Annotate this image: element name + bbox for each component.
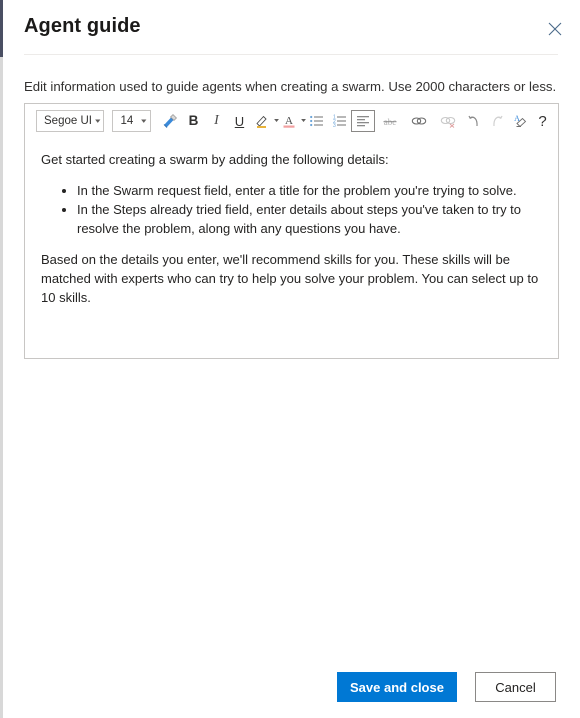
- font-color-icon[interactable]: A: [278, 109, 301, 133]
- help-icon[interactable]: ?: [531, 109, 554, 133]
- bold-icon[interactable]: B: [182, 109, 205, 133]
- font-color-group[interactable]: A ▾: [278, 109, 306, 133]
- highlight-color-icon[interactable]: [251, 109, 274, 133]
- italic-icon[interactable]: I: [205, 109, 228, 133]
- svg-text:A: A: [286, 115, 294, 127]
- editor-toolbar: Segoe UI ▾ 14 ▾ B I U ▾ A ▾ 1 2 3 abc A …: [25, 104, 558, 138]
- panel-footer: Save and close Cancel: [3, 658, 580, 718]
- chevron-down-icon: ▾: [95, 117, 101, 125]
- redo-icon[interactable]: [485, 109, 508, 133]
- editor-bullet-list: In the Swarm request field, enter a titl…: [41, 181, 542, 238]
- list-item: In the Steps already tried field, enter …: [77, 200, 542, 238]
- underline-icon[interactable]: U: [228, 109, 251, 133]
- rich-text-editor: Segoe UI ▾ 14 ▾ B I U ▾ A ▾ 1 2 3 abc A …: [24, 103, 559, 359]
- strikethrough-icon[interactable]: abc: [375, 109, 404, 133]
- panel-header: Agent guide: [3, 0, 580, 54]
- bulleted-list-icon[interactable]: [305, 109, 328, 133]
- header-divider: [24, 54, 558, 55]
- align-left-icon[interactable]: [351, 110, 375, 132]
- agent-guide-panel: Agent guide Edit information used to gui…: [3, 0, 580, 718]
- underline-glyph: U: [234, 113, 245, 129]
- chevron-down-icon: ▾: [141, 117, 147, 125]
- page-title: Agent guide: [24, 15, 141, 37]
- cancel-button[interactable]: Cancel: [475, 672, 556, 702]
- italic-glyph: I: [214, 113, 219, 128]
- editor-content-area[interactable]: Get started creating a swarm by adding t…: [25, 138, 558, 357]
- font-family-value: Segoe UI: [44, 115, 92, 127]
- bold-glyph: B: [188, 113, 199, 129]
- editor-outro-paragraph: Based on the details you enter, we'll re…: [41, 252, 539, 305]
- close-icon[interactable]: [539, 13, 571, 45]
- clear-formatting-icon[interactable]: A: [508, 109, 531, 133]
- format-painter-icon[interactable]: [159, 109, 182, 133]
- font-size-value: 14: [120, 115, 134, 127]
- editor-intro-paragraph: Get started creating a swarm by adding t…: [41, 152, 389, 167]
- font-family-dropdown[interactable]: Segoe UI ▾: [36, 110, 105, 132]
- font-size-dropdown[interactable]: 14 ▾: [112, 110, 151, 132]
- help-glyph: ?: [538, 112, 547, 130]
- svg-text:3: 3: [333, 123, 336, 129]
- list-item: In the Swarm request field, enter a titl…: [77, 181, 542, 200]
- numbered-list-icon[interactable]: 1 2 3: [328, 109, 351, 133]
- undo-icon[interactable]: [462, 109, 485, 133]
- insert-link-icon[interactable]: [404, 109, 433, 133]
- remove-link-icon[interactable]: [433, 109, 462, 133]
- save-and-close-button[interactable]: Save and close: [337, 672, 457, 702]
- panel-description: Edit information used to guide agents wh…: [24, 79, 557, 94]
- highlight-color-group[interactable]: ▾: [251, 109, 279, 133]
